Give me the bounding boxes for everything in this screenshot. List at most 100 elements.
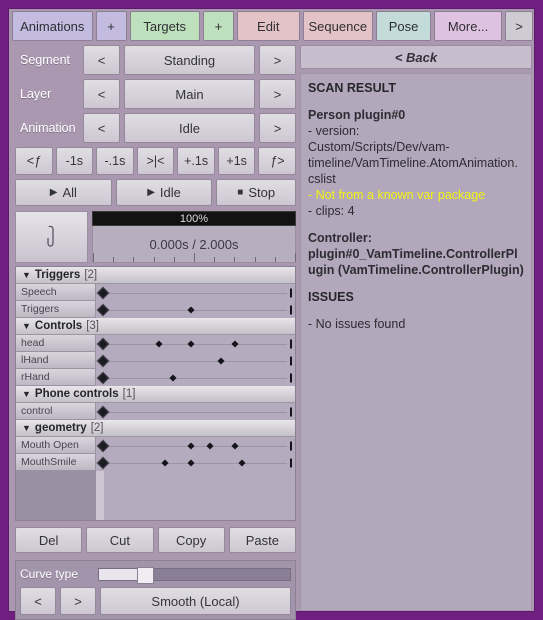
slider-handle[interactable] <box>137 566 155 584</box>
target-row-name[interactable]: MouthSmile <box>16 454 96 471</box>
toolbar-button-pose[interactable]: Pose <box>375 11 432 41</box>
curve-icon[interactable] <box>15 211 88 263</box>
keyframe-end[interactable] <box>290 305 293 314</box>
toolbar-button-edit[interactable]: Edit <box>236 11 300 41</box>
time-readout[interactable]: 0.000s / 2.000s <box>92 226 296 263</box>
keyframe[interactable] <box>169 373 177 382</box>
selector-next-button[interactable]: > <box>259 113 296 143</box>
target-row-name[interactable]: rHand <box>16 369 96 386</box>
target-row-lane[interactable] <box>96 335 295 352</box>
keyframe[interactable] <box>187 458 195 467</box>
target-row-name[interactable]: Triggers <box>16 301 96 318</box>
curve-prev-button[interactable]: < <box>20 587 56 615</box>
keyframe-start[interactable] <box>96 337 110 350</box>
selector-prev-button[interactable]: < <box>83 45 120 75</box>
curve-next-button[interactable]: > <box>60 587 96 615</box>
target-row[interactable]: Triggers <box>16 301 295 318</box>
frame-nav-button-1[interactable]: -1s <box>55 147 94 175</box>
keyframe-end[interactable] <box>290 441 293 450</box>
target-row-lane[interactable] <box>96 352 295 369</box>
selector-next-button[interactable]: > <box>259 45 296 75</box>
stop-button[interactable]: ■ Stop <box>216 179 297 206</box>
frame-nav-button-5[interactable]: +1s <box>217 147 256 175</box>
play-all-button[interactable]: ▶ All <box>15 179 112 206</box>
toolbar-button-[interactable]: + <box>202 11 234 41</box>
keyframe-start[interactable] <box>96 303 110 316</box>
target-row-lane[interactable] <box>96 369 295 386</box>
target-row-name[interactable]: lHand <box>16 352 96 369</box>
del-button[interactable]: Del <box>15 527 83 553</box>
target-row[interactable]: Mouth Open <box>16 437 295 454</box>
target-row-lane[interactable] <box>96 454 295 471</box>
target-row[interactable]: rHand <box>16 369 295 386</box>
target-group-header[interactable]: ▼ geometry [2] <box>16 420 295 437</box>
keyframe-start[interactable] <box>96 354 110 367</box>
keyframe-start[interactable] <box>96 371 110 384</box>
frame-nav-button-3[interactable]: >|< <box>136 147 175 175</box>
target-row-name[interactable]: control <box>16 403 96 420</box>
target-row[interactable]: Speech <box>16 284 295 301</box>
keyframe-start[interactable] <box>96 286 110 299</box>
toolbar-button-[interactable]: > <box>504 11 533 41</box>
keyframe[interactable] <box>231 441 239 450</box>
copy-button[interactable]: Copy <box>157 527 225 553</box>
curve-type-value[interactable]: Smooth (Local) <box>100 587 291 615</box>
frame-nav-button-4[interactable]: +.1s <box>177 147 215 175</box>
keyframe-end[interactable] <box>290 458 293 467</box>
cut-button[interactable]: Cut <box>86 527 154 553</box>
target-row-name[interactable]: head <box>16 335 96 352</box>
keyframe[interactable] <box>231 339 239 348</box>
target-row-lane[interactable] <box>96 301 295 318</box>
toolbar-button-sequence[interactable]: Sequence <box>302 11 373 41</box>
keyframe-start[interactable] <box>96 405 110 418</box>
progress-bar[interactable]: 100% <box>92 211 296 226</box>
target-row-lane[interactable] <box>96 284 295 301</box>
target-list[interactable]: ▼ Triggers [2] Speech Triggers ▼ Controls [3] he… <box>15 266 296 521</box>
curve-type-slider[interactable] <box>98 566 291 584</box>
target-group-header[interactable]: ▼ Phone controls [1] <box>16 386 295 403</box>
keyframe[interactable] <box>187 305 195 314</box>
target-row[interactable]: MouthSmile <box>16 454 295 471</box>
toolbar-button-label: > <box>515 18 523 34</box>
target-group-header[interactable]: ▼ Triggers [2] <box>16 267 295 284</box>
target-row[interactable]: control <box>16 403 295 420</box>
toolbar-button-[interactable]: + <box>95 11 127 41</box>
toolbar-button-more[interactable]: More... <box>434 11 502 41</box>
target-group-header[interactable]: ▼ Controls [3] <box>16 318 295 335</box>
keyframe-end[interactable] <box>290 288 293 297</box>
keyframe[interactable] <box>187 441 195 450</box>
selector-value[interactable]: Main <box>124 79 255 109</box>
selector-prev-button[interactable]: < <box>83 113 120 143</box>
keyframe-start[interactable] <box>96 439 110 452</box>
target-row-lane[interactable] <box>96 437 295 454</box>
keyframe-end[interactable] <box>290 339 293 348</box>
keyframe[interactable] <box>155 339 163 348</box>
back-button[interactable]: < Back <box>300 45 532 69</box>
selector-value[interactable]: Idle <box>124 113 255 143</box>
keyframe[interactable] <box>187 339 195 348</box>
keyframe-end[interactable] <box>290 356 293 365</box>
target-row-name[interactable]: Speech <box>16 284 96 301</box>
selector-prev-button[interactable]: < <box>83 79 120 109</box>
toolbar-button-animations[interactable]: Animations <box>12 11 93 41</box>
target-row[interactable]: head <box>16 335 295 352</box>
target-row-name[interactable]: Mouth Open <box>16 437 96 454</box>
keyframe[interactable] <box>217 356 226 365</box>
target-row[interactable]: lHand <box>16 352 295 369</box>
keyframe[interactable] <box>238 458 246 467</box>
selector-value[interactable]: Standing <box>124 45 255 75</box>
keyframe-end[interactable] <box>290 373 293 382</box>
toolbar-button-targets[interactable]: Targets <box>129 11 200 41</box>
keyframe[interactable] <box>206 441 214 450</box>
scan-line: - Not from a known var package <box>308 188 486 202</box>
keyframe-start[interactable] <box>96 456 110 469</box>
keyframe-end[interactable] <box>290 407 293 416</box>
frame-nav-button-2[interactable]: -.1s <box>96 147 134 175</box>
play-clip-button[interactable]: ▶ Idle <box>115 179 213 206</box>
paste-button[interactable]: Paste <box>228 527 296 553</box>
keyframe[interactable] <box>161 458 169 467</box>
target-row-lane[interactable] <box>96 403 295 420</box>
frame-nav-button-6[interactable]: ƒ> <box>258 147 297 175</box>
frame-nav-button-0[interactable]: <ƒ <box>15 147 53 175</box>
selector-next-button[interactable]: > <box>259 79 296 109</box>
